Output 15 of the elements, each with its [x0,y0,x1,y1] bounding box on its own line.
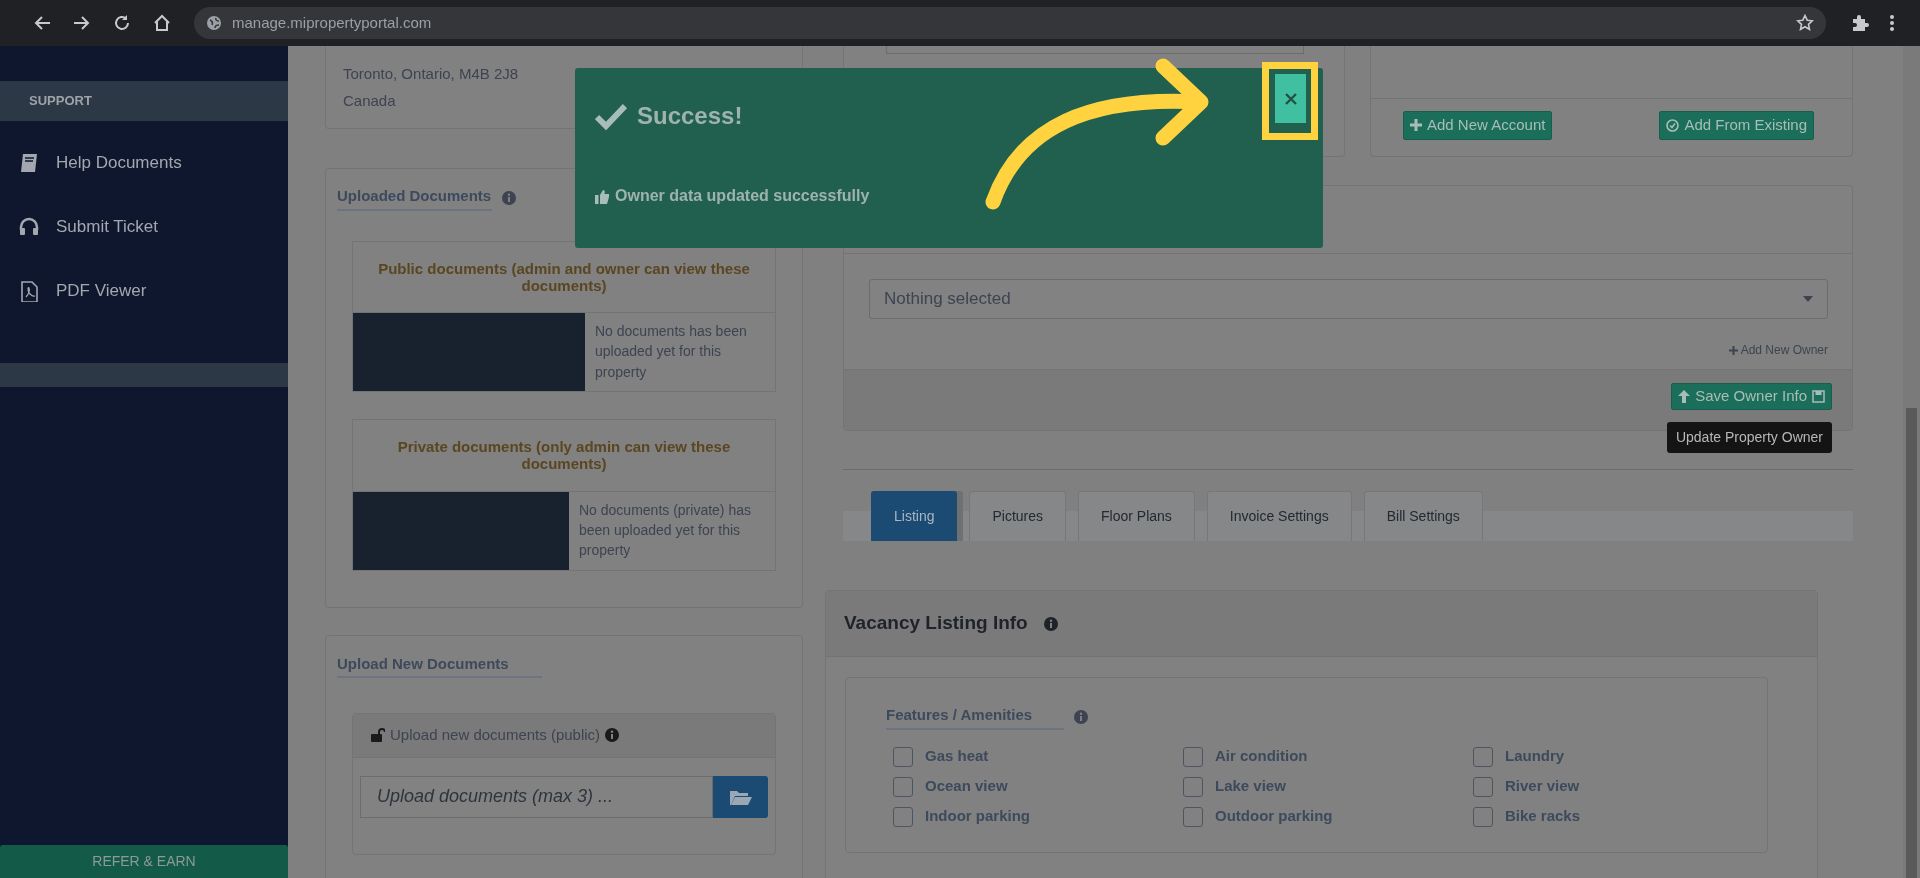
tooltip: Update Property Owner [1666,422,1832,453]
url-text: manage.mipropertyportal.com [232,12,432,33]
panel-heading: Upload new documents (public) [390,725,601,745]
empty-message: No documents has been uploaded yet for this property [594,322,748,382]
panel-heading: Private documents (only admin can view these documents) [353,420,775,492]
card-title: Vacancy Listing Info [844,611,1028,636]
section-title: Upload New Documents [337,652,542,678]
address-line: Canada [343,92,396,109]
empty-message: No documents (private) has been uploaded yet for this property [578,500,752,561]
dialog-title: Success! [637,101,743,131]
section-title: Features / Amenities [886,704,1064,730]
section-title: Uploaded Documents [337,185,492,211]
address-line: Toronto, Ontario, M4B 2J8 [343,65,519,82]
sidebar-section-header: SUPPORT [0,81,288,121]
dialog-message: Owner data updated successfully [615,186,870,206]
